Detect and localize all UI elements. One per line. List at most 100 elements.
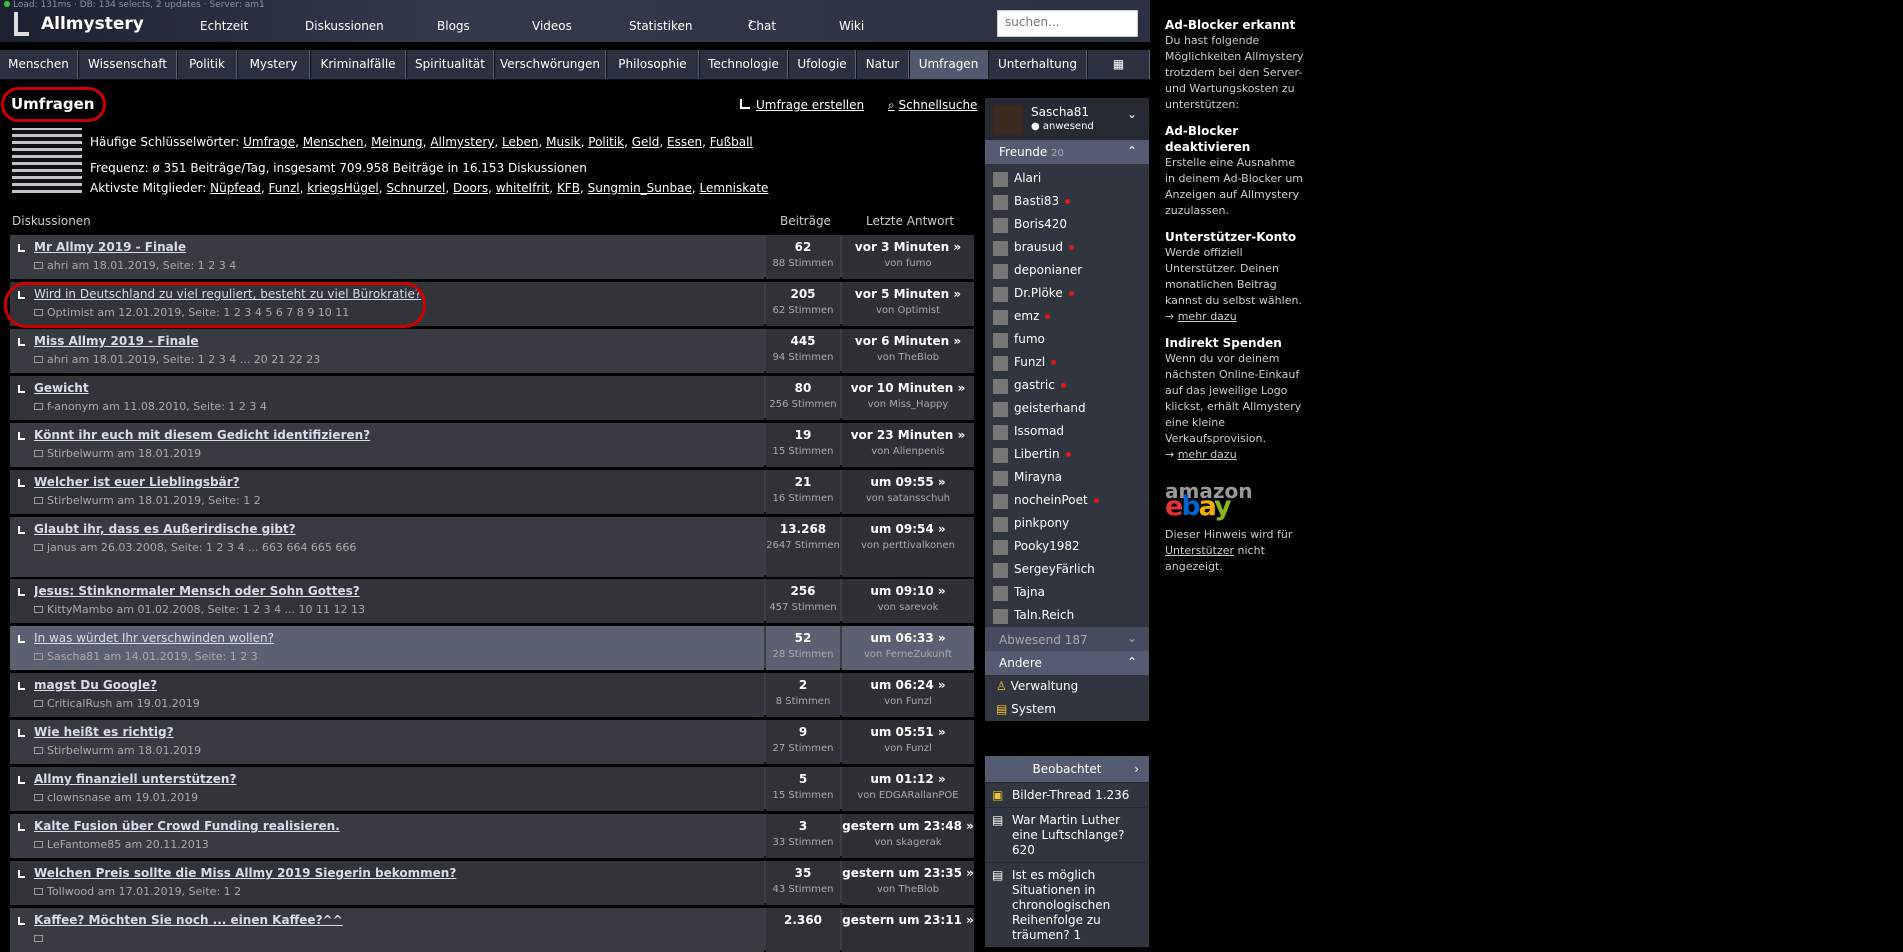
thread-title[interactable]: Miss Allmy 2019 - Finale [34, 334, 764, 348]
chevron-up-icon[interactable]: ⌃ [1127, 144, 1137, 158]
watched-item[interactable]: ▤ War Martin Luther eine Luftschlange? 62… [985, 807, 1149, 862]
thread-title[interactable]: Welcher ist euer Lieblingsbär? [34, 475, 764, 489]
grid-menu-button[interactable]: ▦ [1088, 50, 1150, 79]
last-answer-time[interactable]: um 09:10 » [870, 584, 945, 598]
thread-title[interactable]: Allmy finanziell unterstützen? [34, 772, 764, 786]
keyword-link[interactable]: Politik [588, 135, 624, 149]
last-answer-cell[interactable]: um 09:55 » von satansschuh [842, 470, 974, 514]
friend-name[interactable]: deponianer [1014, 263, 1082, 277]
table-row[interactable]: Miss Allmy 2019 - Finale ahri am 18.01.20… [10, 329, 974, 373]
last-answer-time[interactable]: vor 23 Minuten » [851, 428, 966, 442]
friend-item[interactable]: Dr.Plöke [985, 282, 1149, 305]
table-row[interactable]: Kaffee? Möchten Sie noch ... einen Kaffe… [10, 908, 974, 952]
tab-natur[interactable]: Natur [857, 50, 909, 79]
tab-umfragen[interactable]: Umfragen [910, 50, 988, 79]
last-answer-user[interactable]: von sarevok [842, 602, 974, 613]
last-answer-user[interactable]: von fumo [842, 258, 974, 269]
keyword-link[interactable]: Leben [502, 135, 538, 149]
watched-header[interactable]: Beobachtet › [985, 756, 1149, 782]
tab-ufologie[interactable]: Ufologie [789, 50, 856, 79]
thread-title[interactable]: Glaubt ihr, dass es Außerirdische gibt? [34, 522, 764, 536]
last-answer-cell[interactable]: um 06:33 » von FerneZukunft [842, 626, 974, 670]
thread-cell[interactable]: Kaffee? Möchten Sie noch ... einen Kaffe… [10, 908, 764, 952]
tab-spiritualitaet[interactable]: Spiritualität [407, 50, 494, 79]
last-answer-user[interactable]: von perttivalkonen [842, 540, 974, 551]
friend-item[interactable]: Issomad [985, 420, 1149, 443]
friend-item[interactable]: brausud [985, 236, 1149, 259]
last-answer-user[interactable]: von Optimist [842, 305, 974, 316]
current-user[interactable]: Sascha81 ● anwesend ⌄ [985, 98, 1149, 140]
watched-thread-title[interactable]: War Martin Luther eine Luftschlange? 620 [1012, 813, 1124, 857]
keyword-link[interactable]: Umfrage [243, 135, 295, 149]
last-answer-user[interactable]: von Miss_Happy [842, 399, 974, 410]
friend-item[interactable]: Pooky1982 [985, 535, 1149, 558]
keyword-link[interactable]: Fußball [710, 135, 753, 149]
friend-name[interactable]: Basti83 [1014, 194, 1059, 208]
thread-cell[interactable]: Glaubt ihr, dass es Außerirdische gibt? j… [10, 517, 764, 577]
chevron-down-icon[interactable]: ⌄ [1127, 107, 1137, 121]
table-row[interactable]: Welcher ist euer Lieblingsbär? Stirbelwur… [10, 470, 974, 514]
last-answer-time[interactable]: gestern um 23:11 » [842, 913, 974, 927]
nav-diskussionen[interactable]: Diskussionen [305, 19, 384, 33]
tab-mystery[interactable]: Mystery [238, 50, 310, 79]
last-answer-time[interactable]: vor 3 Minuten » [855, 240, 961, 254]
create-survey-link[interactable]: Umfrage erstellen [756, 98, 864, 112]
last-answer-cell[interactable]: gestern um 23:35 » von TheBlob [842, 861, 974, 905]
last-answer-cell[interactable]: vor 3 Minuten » von fumo [842, 235, 974, 279]
table-row[interactable]: Glaubt ihr, dass es Außerirdische gibt? j… [10, 517, 974, 577]
keyword-link[interactable]: Musik [546, 135, 581, 149]
last-answer-user[interactable]: von Funzl [842, 743, 974, 754]
thread-cell[interactable]: Kalte Fusion über Crowd Funding realisie… [10, 814, 764, 858]
member-link[interactable]: Lemniskate [700, 181, 769, 195]
friend-name[interactable]: nocheinPoet [1014, 493, 1088, 507]
thread-title[interactable]: Könnt ihr euch mit diesem Gedicht identi… [34, 428, 764, 442]
friend-name[interactable]: Funzl [1014, 355, 1045, 369]
member-link[interactable]: whiteIfrit [496, 181, 550, 195]
table-row[interactable]: Könnt ihr euch mit diesem Gedicht identi… [10, 423, 974, 467]
friend-name[interactable]: Boris420 [1014, 217, 1067, 231]
search-input[interactable]: suchen... [997, 10, 1138, 37]
thread-title[interactable]: Mr Allmy 2019 - Finale [34, 240, 764, 254]
last-answer-user[interactable]: von Funzl [842, 696, 974, 707]
friend-item[interactable]: geisterhand [985, 397, 1149, 420]
table-row[interactable]: Wie heißt es richtig? Stirbelwurm am 18.0… [10, 720, 974, 764]
last-answer-user[interactable]: von skagerak [842, 837, 974, 848]
system-link[interactable]: ▤ System [985, 698, 1149, 721]
thread-cell[interactable]: magst Du Google? CriticalRush am 19.01.20… [10, 673, 764, 717]
nav-blogs[interactable]: Blogs [437, 19, 470, 33]
thread-title[interactable]: Wie heißt es richtig? [34, 725, 764, 739]
member-link[interactable]: KFB [557, 181, 580, 195]
friend-name[interactable]: geisterhand [1014, 401, 1086, 415]
last-answer-cell[interactable]: um 01:12 » von EDGARallanPOE [842, 767, 974, 811]
keyword-link[interactable]: Geld [632, 135, 660, 149]
friend-name[interactable]: Alari [1014, 171, 1041, 185]
friend-item[interactable]: nocheinPoet [985, 489, 1149, 512]
keyword-link[interactable]: Menschen [303, 135, 364, 149]
thread-cell[interactable]: Könnt ihr euch mit diesem Gedicht identi… [10, 423, 764, 467]
chevron-up-icon[interactable]: ⌃ [1127, 655, 1137, 669]
last-answer-time[interactable]: um 09:54 » [870, 522, 945, 536]
thread-title[interactable]: Gewicht [34, 381, 764, 395]
tab-wissenschaft[interactable]: Wissenschaft [79, 50, 177, 79]
administration-label[interactable]: Verwaltung [1011, 679, 1079, 693]
table-row[interactable]: Gewicht f-anonym am 11.08.2010, Seite: 1 … [10, 376, 974, 420]
table-row[interactable]: In was würdet Ihr verschwinden wollen? Sa… [10, 626, 974, 670]
quick-search-link[interactable]: Schnellsuche [899, 98, 978, 112]
tab-kriminalfaelle[interactable]: Kriminalfälle [311, 50, 406, 79]
thread-title[interactable]: Welchen Preis sollte die Miss Allmy 2019… [34, 866, 764, 880]
nav-statistiken[interactable]: Statistiken [629, 19, 693, 33]
friend-name[interactable]: gastric [1014, 378, 1055, 392]
more-info-label[interactable]: mehr dazu [1178, 310, 1237, 323]
tab-technologie[interactable]: Technologie [700, 50, 788, 79]
friend-name[interactable]: Taln.Reich [1014, 608, 1074, 622]
last-answer-user[interactable]: von satansschuh [842, 493, 974, 504]
last-answer-time[interactable]: gestern um 23:48 » [842, 819, 974, 833]
friend-name[interactable]: Dr.Plöke [1014, 286, 1063, 300]
last-answer-user[interactable]: von FerneZukunft [842, 649, 974, 660]
thread-cell[interactable]: Allmy finanziell unterstützen? clownsnase… [10, 767, 764, 811]
tab-politik[interactable]: Politik [178, 50, 237, 79]
other-header[interactable]: Andere ⌃ [985, 651, 1149, 675]
friend-item[interactable]: Boris420 [985, 213, 1149, 236]
friend-name[interactable]: fumo [1014, 332, 1045, 346]
nav-videos[interactable]: Videos [532, 19, 572, 33]
